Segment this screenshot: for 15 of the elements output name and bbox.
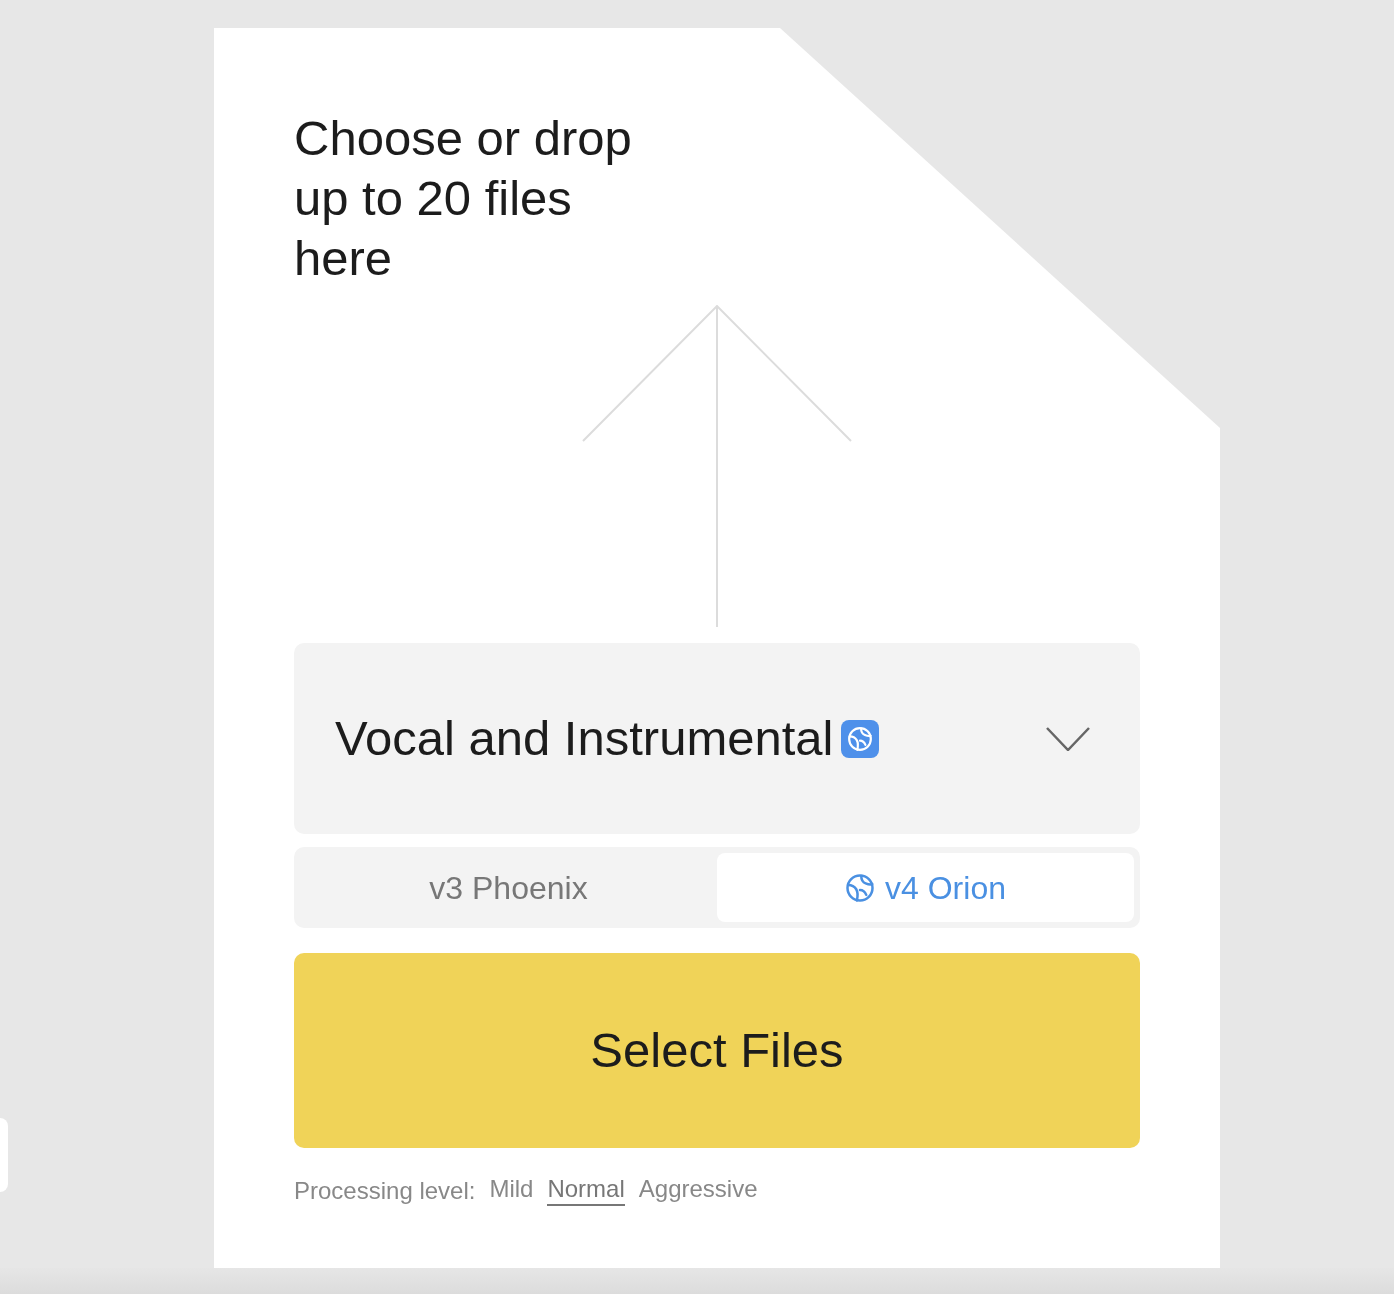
version-label: v3 Phoenix <box>429 868 588 908</box>
drop-heading: Choose or drop up to 20 files here <box>294 110 633 287</box>
processing-label: Processing level: <box>294 1176 476 1206</box>
processing-option[interactable]: Aggressive <box>638 1174 758 1206</box>
globe-badge-icon <box>841 719 880 758</box>
version-tab[interactable]: v4 Orion <box>717 853 1134 922</box>
processing-option[interactable]: Mild <box>489 1174 534 1206</box>
chevron-down-icon <box>1046 726 1090 751</box>
processing-option[interactable]: Normal <box>547 1174 625 1206</box>
version-tab[interactable]: v3 Phoenix <box>300 853 717 922</box>
separation-value: Vocal and Instrumental <box>335 709 834 767</box>
version-label: v4 Orion <box>885 868 1006 908</box>
up-arrow-icon <box>582 305 852 627</box>
separation-dropdown[interactable]: Vocal and Instrumental <box>294 643 1140 834</box>
select-files-button[interactable]: Select Files <box>294 953 1140 1148</box>
